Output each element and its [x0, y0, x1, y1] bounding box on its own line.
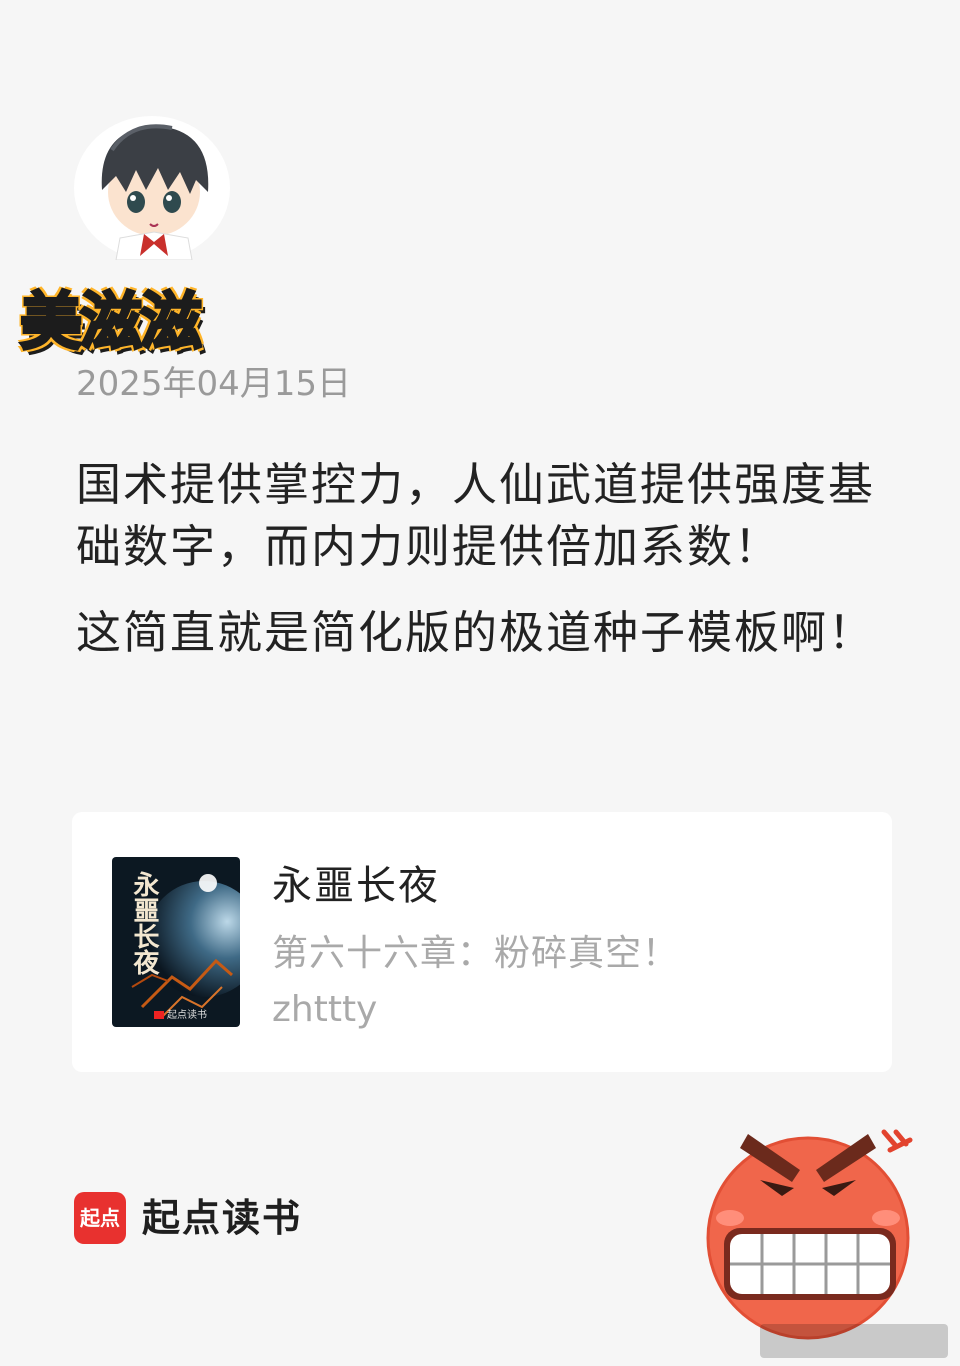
book-title[interactable]: 永噩长夜	[272, 860, 440, 912]
watermark	[760, 1324, 948, 1358]
user-nickname[interactable]: 美滋滋	[18, 282, 203, 362]
book-share-card[interactable]: 永噩长夜 起点读书 永噩长夜 第六十六章：粉碎真空！ zhttty	[72, 812, 892, 1072]
angry-face-emoji-icon	[706, 1129, 913, 1340]
book-cover: 永噩长夜 起点读书	[112, 857, 240, 1027]
user-avatar[interactable]	[72, 110, 232, 261]
angry-face-sticker	[700, 1110, 920, 1340]
post-paragraph-2: 这简直就是简化版的极道种子模板啊！	[76, 606, 876, 659]
qidian-logo-icon: 起点	[74, 1192, 126, 1244]
post-body: 国术提供掌控力，人仙武道提供强度基础数字，而内力则提供倍加系数！ 这简直就是简化…	[76, 454, 906, 688]
post-date: 2025年04月15日	[76, 364, 352, 404]
book-cover-brand-label: 起点读书	[167, 1010, 207, 1021]
book-cover-brand: 起点读书	[154, 1006, 207, 1021]
book-author: zhttty	[272, 989, 378, 1030]
post-paragraph-1: 国术提供掌控力，人仙武道提供强度基础数字，而内力则提供倍加系数！	[76, 458, 876, 573]
book-cover-title: 永噩长夜	[129, 871, 159, 975]
anime-boy-avatar-icon	[74, 116, 230, 261]
app-name: 起点读书	[142, 1196, 303, 1240]
publisher-badge-icon	[154, 1011, 164, 1019]
book-chapter: 第六十六章：粉碎真空！	[272, 933, 680, 974]
